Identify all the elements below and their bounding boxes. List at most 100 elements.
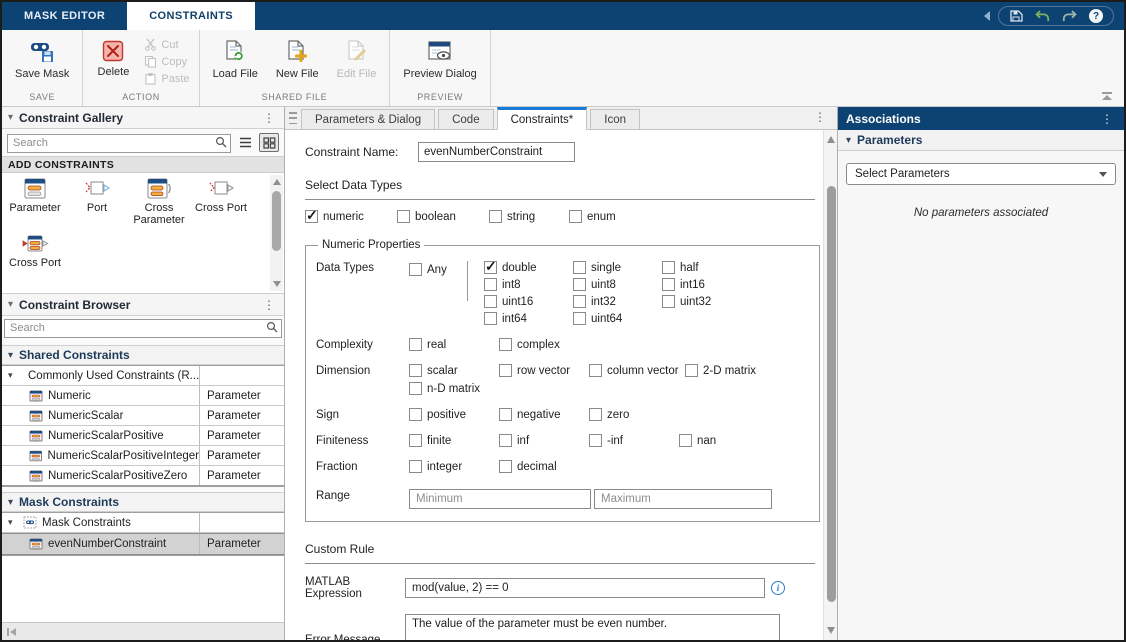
checkbox-inf[interactable]: inf bbox=[499, 434, 589, 447]
checkbox-real[interactable]: real bbox=[409, 338, 499, 351]
tree-group-row[interactable]: ▾ Mask Constraints bbox=[2, 513, 284, 533]
scroll-up-icon[interactable] bbox=[827, 136, 835, 143]
grid-view-button[interactable] bbox=[259, 133, 279, 152]
select-parameters-dropdown[interactable]: Select Parameters bbox=[846, 163, 1116, 185]
collapse-caret-icon[interactable]: ▾ bbox=[8, 299, 13, 310]
kebab-menu-icon[interactable]: ⋮ bbox=[260, 299, 278, 311]
tab-mask-editor[interactable]: MASK EDITOR bbox=[2, 2, 127, 30]
checkbox-nd-matrix[interactable]: n-D matrix bbox=[409, 382, 499, 395]
checkbox-2d-matrix[interactable]: 2-D matrix bbox=[685, 364, 775, 377]
checkbox-string[interactable]: string bbox=[489, 210, 569, 223]
help-icon[interactable]: ? bbox=[1089, 9, 1103, 23]
matlab-expression-input[interactable] bbox=[405, 578, 765, 598]
copy-button[interactable]: Copy bbox=[141, 54, 192, 69]
browser-search-input[interactable] bbox=[4, 319, 282, 338]
collapse-caret-icon[interactable]: ▾ bbox=[8, 112, 13, 123]
collapse-ribbon-icon[interactable] bbox=[1100, 92, 1114, 102]
range-minimum-input[interactable] bbox=[409, 489, 591, 509]
mask-constraints-header[interactable]: ▾ Mask Constraints bbox=[2, 492, 284, 512]
list-view-button[interactable] bbox=[235, 133, 255, 152]
save-mask-button[interactable]: Save Mask bbox=[8, 34, 76, 82]
checkbox-uint8[interactable]: uint8 bbox=[573, 278, 663, 291]
kebab-menu-icon[interactable]: ⋮ bbox=[260, 112, 278, 124]
checkbox-zero[interactable]: zero bbox=[589, 408, 679, 421]
splitter-handle-icon[interactable] bbox=[289, 112, 297, 124]
checkbox-positive[interactable]: positive bbox=[409, 408, 499, 421]
tree-row-evennumberconstraint[interactable]: evenNumberConstraint Parameter bbox=[2, 533, 284, 555]
parameters-section-header[interactable]: ▾ Parameters bbox=[838, 130, 1124, 151]
kebab-menu-icon[interactable]: ⋮ bbox=[1098, 113, 1116, 125]
preview-dialog-button[interactable]: Preview Dialog bbox=[396, 34, 483, 82]
paste-button[interactable]: Paste bbox=[141, 71, 192, 86]
tree-group-row[interactable]: ▾ Commonly Used Constraints (R... bbox=[2, 366, 284, 386]
checkbox-negative[interactable]: negative bbox=[499, 408, 589, 421]
tree-caret-icon[interactable]: ▾ bbox=[8, 517, 18, 528]
checkbox-neg-inf[interactable]: -inf bbox=[589, 434, 679, 447]
gallery-item-cross-port-parameter[interactable]: Cross Port bbox=[4, 232, 66, 269]
range-maximum-input[interactable] bbox=[594, 489, 772, 509]
load-file-button[interactable]: Load File bbox=[206, 34, 265, 82]
tree-row-numericscalarpositivezero[interactable]: NumericScalarPositiveZero Parameter bbox=[2, 466, 284, 486]
checkbox-single[interactable]: single bbox=[573, 261, 663, 274]
checkbox-nan[interactable]: nan bbox=[679, 434, 769, 447]
tree-row-numeric[interactable]: Numeric Parameter bbox=[2, 386, 284, 406]
checkbox-boolean[interactable]: boolean bbox=[397, 210, 489, 223]
skip-back-icon[interactable] bbox=[7, 628, 16, 636]
constraint-browser-header[interactable]: ▾ Constraint Browser ⋮ bbox=[2, 294, 284, 316]
scroll-thumb[interactable] bbox=[272, 191, 281, 251]
checkbox-int16[interactable]: int16 bbox=[662, 278, 752, 291]
chevron-left-icon[interactable] bbox=[984, 11, 990, 21]
collapse-caret-icon[interactable]: ▾ bbox=[8, 350, 13, 361]
shared-constraints-header[interactable]: ▾ Shared Constraints bbox=[2, 345, 284, 365]
gallery-item-parameter[interactable]: Parameter bbox=[4, 177, 66, 226]
form-scrollbar[interactable] bbox=[823, 130, 837, 640]
tab-constraints-editor[interactable]: Constraints* bbox=[497, 107, 588, 130]
constraint-name-input[interactable] bbox=[418, 142, 575, 162]
gallery-item-cross-port[interactable]: Cross Port bbox=[190, 177, 252, 226]
tab-constraints[interactable]: CONSTRAINTS bbox=[127, 2, 255, 30]
scroll-up-icon[interactable] bbox=[273, 179, 281, 185]
checkbox-double[interactable]: double bbox=[484, 261, 574, 274]
new-file-button[interactable]: New File bbox=[269, 34, 326, 82]
checkbox-half[interactable]: half bbox=[662, 261, 752, 274]
checkbox-decimal[interactable]: decimal bbox=[499, 460, 589, 473]
cut-button[interactable]: Cut bbox=[141, 37, 192, 52]
scroll-thumb[interactable] bbox=[827, 186, 836, 602]
checkbox-finite[interactable]: finite bbox=[409, 434, 499, 447]
checkbox-scalar[interactable]: scalar bbox=[409, 364, 499, 377]
tab-parameters-dialog[interactable]: Parameters & Dialog bbox=[301, 109, 435, 129]
tree-row-numericscalarpositiveinteger[interactable]: NumericScalarPositiveInteger Parameter bbox=[2, 446, 284, 466]
error-message-textarea[interactable]: The value of the parameter must be even … bbox=[405, 614, 780, 640]
constraint-gallery-header[interactable]: ▾ Constraint Gallery ⋮ bbox=[2, 107, 284, 129]
checkbox-uint32[interactable]: uint32 bbox=[662, 295, 752, 308]
redo-icon[interactable] bbox=[1062, 10, 1077, 23]
checkbox-row-vector[interactable]: row vector bbox=[499, 364, 589, 377]
gallery-scrollbar[interactable] bbox=[270, 175, 283, 291]
checkbox-int8[interactable]: int8 bbox=[484, 278, 574, 291]
collapse-caret-icon[interactable]: ▾ bbox=[846, 135, 851, 146]
edit-file-button[interactable]: Edit File bbox=[330, 34, 384, 82]
checkbox-any[interactable]: Any bbox=[409, 263, 459, 276]
undo-icon[interactable] bbox=[1035, 10, 1050, 23]
delete-button[interactable]: Delete bbox=[89, 34, 137, 80]
checkbox-enum[interactable]: enum bbox=[569, 210, 659, 223]
tab-icon[interactable]: Icon bbox=[590, 109, 640, 129]
save-icon[interactable] bbox=[1009, 9, 1023, 23]
checkbox-numeric[interactable]: numeric bbox=[305, 210, 397, 223]
tree-row-numericscalarpositive[interactable]: NumericScalarPositive Parameter bbox=[2, 426, 284, 446]
gallery-search-input[interactable] bbox=[7, 134, 231, 153]
checkbox-int64[interactable]: int64 bbox=[484, 312, 574, 325]
checkbox-integer[interactable]: integer bbox=[409, 460, 499, 473]
tab-code[interactable]: Code bbox=[438, 109, 494, 129]
tree-horizontal-scrollbar[interactable] bbox=[2, 622, 284, 640]
scroll-down-icon[interactable] bbox=[827, 627, 835, 634]
checkbox-uint64[interactable]: uint64 bbox=[573, 312, 663, 325]
checkbox-int32[interactable]: int32 bbox=[573, 295, 663, 308]
tree-row-numericscalar[interactable]: NumericScalar Parameter bbox=[2, 406, 284, 426]
checkbox-column-vector[interactable]: column vector bbox=[589, 364, 685, 377]
gallery-item-port[interactable]: Port bbox=[66, 177, 128, 226]
tree-caret-icon[interactable]: ▾ bbox=[8, 370, 18, 381]
collapse-caret-icon[interactable]: ▾ bbox=[8, 497, 13, 508]
scroll-down-icon[interactable] bbox=[273, 281, 281, 287]
checkbox-complex[interactable]: complex bbox=[499, 338, 589, 351]
